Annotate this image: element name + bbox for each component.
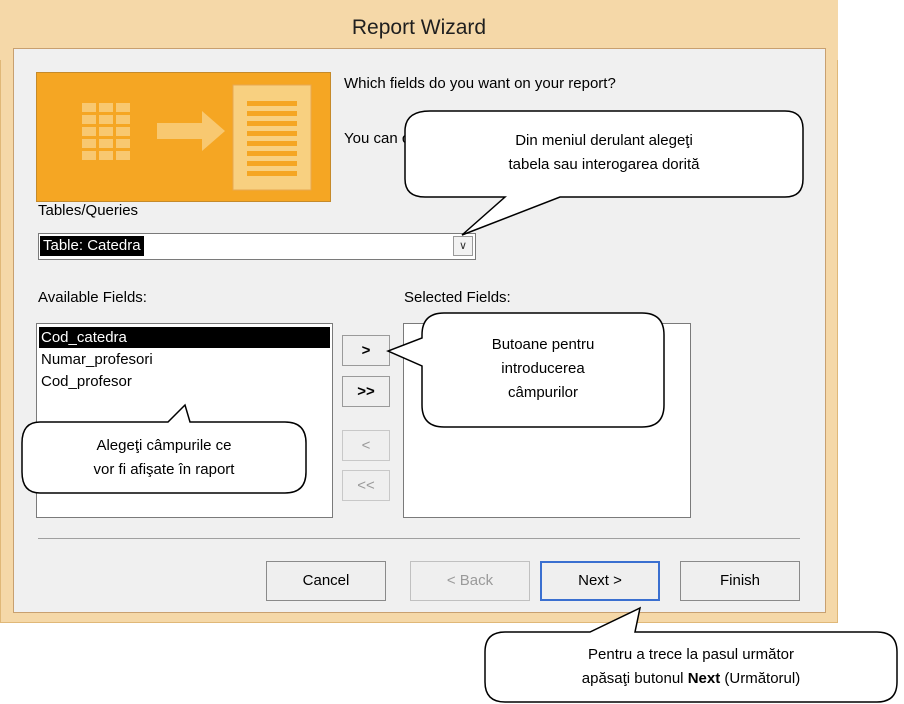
callout-fields: Alegeţi câmpurile ce vor fi afişate în r… [93,437,235,478]
callout-buttons: Butoane pentru introducerea câmpurilor [491,336,595,401]
callout-dropdown: Din meniul derulant alegeţi tabela sau i… [508,132,700,173]
callout-next: Pentru a trece la pasul următor apăsaţi … [581,646,801,687]
